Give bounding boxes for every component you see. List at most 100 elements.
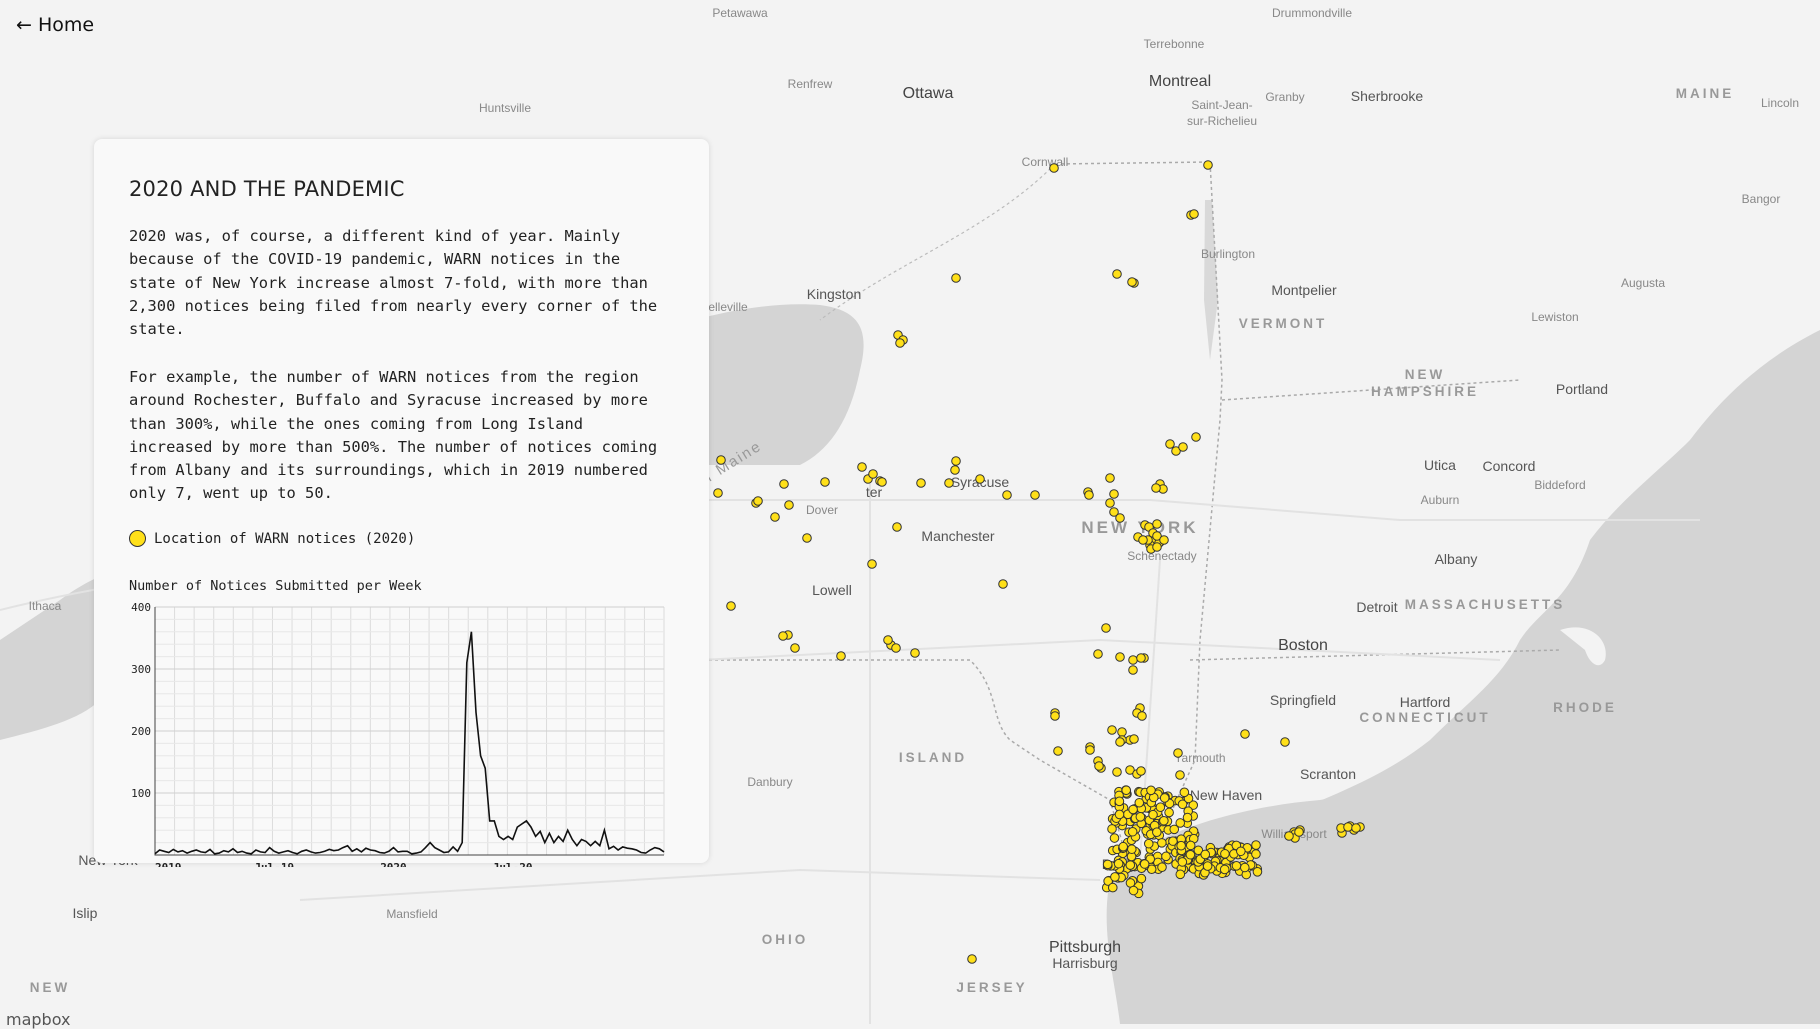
warn-notice-marker[interactable]	[1152, 519, 1162, 529]
warn-notice-marker[interactable]	[1139, 859, 1150, 869]
warn-notice-marker[interactable]	[1159, 535, 1169, 545]
warn-notice-marker[interactable]	[1105, 473, 1115, 483]
warn-notice-marker[interactable]	[1152, 827, 1162, 837]
warn-notice-marker[interactable]	[1151, 483, 1161, 493]
warn-notice-marker[interactable]	[1185, 849, 1196, 860]
warn-notice-marker[interactable]	[1189, 209, 1199, 219]
warn-notice-marker[interactable]	[1173, 748, 1183, 758]
warn-notice-marker[interactable]	[713, 488, 723, 498]
warn-notice-marker[interactable]	[1085, 745, 1095, 755]
warn-notice-marker[interactable]	[1157, 862, 1167, 872]
warn-notice-marker[interactable]	[1219, 864, 1230, 875]
warn-notice-marker[interactable]	[1200, 849, 1211, 860]
warn-notice-marker[interactable]	[1002, 490, 1012, 500]
warn-notice-marker[interactable]	[1176, 840, 1186, 851]
warn-notice-marker[interactable]	[1143, 838, 1154, 849]
warn-notice-marker[interactable]	[1128, 804, 1138, 815]
warn-notice-marker[interactable]	[868, 469, 878, 479]
warn-notice-marker[interactable]	[1093, 649, 1103, 659]
warn-notice-marker[interactable]	[1105, 498, 1115, 508]
warn-notice-marker[interactable]	[1236, 846, 1246, 857]
warn-notice-marker[interactable]	[1134, 797, 1145, 808]
warn-notice-marker[interactable]	[1112, 269, 1122, 279]
warn-notice-marker[interactable]	[1101, 623, 1111, 633]
warn-notice-marker[interactable]	[1127, 826, 1138, 837]
warn-notice-marker[interactable]	[1148, 809, 1158, 820]
warn-notice-marker[interactable]	[1185, 840, 1196, 851]
warn-notice-marker[interactable]	[779, 479, 789, 489]
warn-notice-marker[interactable]	[1146, 785, 1156, 796]
warn-notice-marker[interactable]	[1049, 163, 1059, 173]
warn-notice-marker[interactable]	[1053, 746, 1063, 756]
warn-notice-marker[interactable]	[1107, 725, 1117, 735]
warn-notice-marker[interactable]	[1113, 858, 1124, 869]
warn-notice-marker[interactable]	[1231, 861, 1242, 871]
warn-notice-marker[interactable]	[1239, 862, 1250, 873]
warn-notice-marker[interactable]	[1109, 833, 1120, 843]
warn-notice-marker[interactable]	[1128, 665, 1138, 675]
warn-notice-marker[interactable]	[784, 500, 794, 510]
warn-notice-marker[interactable]	[1115, 737, 1125, 747]
warn-notice-marker[interactable]	[892, 522, 902, 532]
warn-notice-marker[interactable]	[802, 533, 812, 543]
warn-notice-marker[interactable]	[1165, 439, 1175, 449]
warn-notice-marker[interactable]	[895, 338, 905, 348]
warn-notice-marker[interactable]	[1251, 840, 1261, 850]
warn-notice-marker[interactable]	[916, 478, 926, 488]
warn-notice-marker[interactable]	[1110, 872, 1120, 882]
warn-notice-marker[interactable]	[1240, 729, 1250, 739]
warn-notice-marker[interactable]	[790, 643, 800, 653]
warn-notice-marker[interactable]	[857, 462, 867, 472]
warn-notice-marker[interactable]	[998, 579, 1008, 589]
warn-notice-marker[interactable]	[1094, 761, 1104, 771]
warn-notice-marker[interactable]	[1161, 851, 1171, 862]
warn-notice-marker[interactable]	[1050, 711, 1060, 721]
warn-notice-marker[interactable]	[1107, 824, 1117, 834]
warn-notice-marker[interactable]	[1030, 490, 1040, 500]
warn-notice-marker[interactable]	[1126, 844, 1137, 854]
warn-notice-marker[interactable]	[1177, 857, 1188, 867]
warn-notice-marker[interactable]	[877, 477, 887, 487]
home-link[interactable]: ← Home	[16, 14, 94, 36]
warn-notice-marker[interactable]	[836, 651, 846, 661]
mapbox-logo[interactable]: mapbox	[6, 1010, 70, 1029]
warn-notice-marker[interactable]	[1182, 812, 1193, 823]
warn-notice-marker[interactable]	[1179, 787, 1190, 798]
warn-notice-marker[interactable]	[1114, 796, 1125, 807]
warn-notice-marker[interactable]	[1102, 859, 1113, 870]
warn-notice-marker[interactable]	[1135, 812, 1146, 822]
warn-notice-marker[interactable]	[1175, 818, 1186, 828]
warn-notice-marker[interactable]	[1191, 432, 1201, 442]
warn-notice-marker[interactable]	[753, 496, 763, 506]
warn-notice-marker[interactable]	[944, 478, 954, 488]
warn-notice-marker[interactable]	[1117, 727, 1127, 737]
warn-notice-marker[interactable]	[1175, 869, 1186, 880]
warn-notice-marker[interactable]	[951, 273, 961, 283]
warn-notice-marker[interactable]	[778, 631, 788, 641]
warn-notice-marker[interactable]	[1164, 807, 1174, 818]
warn-notice-marker[interactable]	[1115, 652, 1125, 662]
warn-notice-marker[interactable]	[1121, 785, 1132, 796]
warn-notice-marker[interactable]	[1351, 823, 1361, 833]
warn-notice-marker[interactable]	[1157, 838, 1167, 848]
warn-notice-marker[interactable]	[770, 512, 780, 522]
warn-notice-marker[interactable]	[1118, 841, 1129, 852]
warn-notice-marker[interactable]	[1159, 815, 1169, 826]
warn-notice-marker[interactable]	[1203, 160, 1213, 170]
warn-notice-marker[interactable]	[1128, 885, 1139, 896]
warn-notice-marker[interactable]	[867, 559, 877, 569]
warn-notice-marker[interactable]	[1138, 535, 1148, 545]
warn-notice-marker[interactable]	[1107, 882, 1118, 893]
warn-notice-marker[interactable]	[1109, 489, 1119, 499]
warn-notice-marker[interactable]	[1251, 849, 1261, 859]
warn-notice-marker[interactable]	[1159, 793, 1170, 803]
warn-notice-marker[interactable]	[820, 477, 830, 487]
warn-notice-marker[interactable]	[1136, 873, 1147, 884]
warn-notice-marker[interactable]	[1112, 767, 1122, 777]
warn-notice-marker[interactable]	[1175, 770, 1185, 780]
warn-notice-marker[interactable]	[1127, 277, 1137, 287]
warn-notice-marker[interactable]	[891, 643, 901, 653]
warn-notice-marker[interactable]	[1343, 822, 1353, 832]
warn-notice-marker[interactable]	[951, 456, 961, 466]
warn-notice-marker[interactable]	[1129, 734, 1139, 744]
